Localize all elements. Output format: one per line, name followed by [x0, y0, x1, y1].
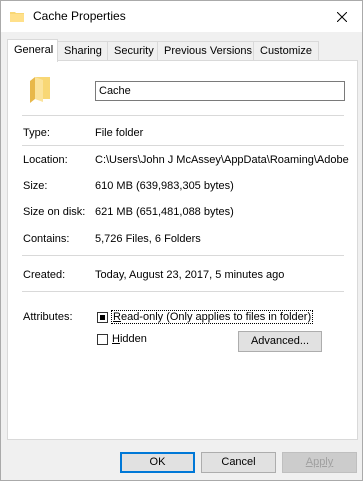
window-title: Cache Properties: [33, 9, 126, 23]
created-label: Created:: [23, 269, 66, 281]
folder-name-input[interactable]: Cache: [95, 81, 345, 101]
properties-dialog: Cache Properties Sharing Security Previo…: [0, 0, 363, 481]
close-icon: [337, 11, 347, 22]
tab-general[interactable]: General: [7, 39, 58, 62]
separator: [22, 255, 344, 256]
tab-customize[interactable]: Customize: [253, 41, 319, 61]
folder-icon: [30, 77, 50, 103]
location-value: C:\Users\John J McAssey\AppData\Roaming\…: [95, 154, 349, 166]
separator: [22, 145, 344, 146]
size-value: 610 MB (639,983,305 bytes): [95, 180, 234, 192]
close-button[interactable]: [322, 1, 362, 32]
contains-value: 5,726 Files, 6 Folders: [95, 233, 201, 245]
indeterminate-mark: [100, 315, 105, 320]
folder-icon: [10, 12, 24, 22]
contains-label: Contains:: [23, 233, 70, 245]
advanced-button[interactable]: Advanced...: [238, 331, 322, 352]
hidden-checkbox[interactable]: [97, 334, 108, 345]
size-on-disk-value: 621 MB (651,481,088 bytes): [95, 206, 234, 218]
type-value: File folder: [95, 127, 144, 139]
cancel-button[interactable]: Cancel: [201, 452, 276, 473]
separator: [22, 291, 344, 292]
size-label: Size:: [23, 180, 48, 192]
general-panel: Cache Type: File folder Location: C:\Use…: [7, 60, 358, 440]
title-bar[interactable]: Cache Properties: [1, 1, 362, 32]
size-on-disk-label: Size on disk:: [23, 206, 86, 218]
tab-previous-versions[interactable]: Previous Versions: [157, 41, 260, 61]
tab-sharing[interactable]: Sharing: [57, 41, 109, 61]
type-label: Type:: [23, 127, 50, 139]
hidden-label[interactable]: Hidden: [112, 333, 147, 345]
ok-button[interactable]: OK: [120, 452, 195, 473]
location-label: Location:: [23, 154, 68, 166]
separator: [22, 115, 344, 116]
tab-security[interactable]: Security: [107, 41, 161, 61]
created-value: Today, August 23, 2017, 5 minutes ago: [95, 269, 285, 281]
readonly-checkbox[interactable]: [97, 312, 108, 323]
readonly-label[interactable]: Read-only (Only applies to files in fold…: [111, 310, 314, 324]
apply-button[interactable]: Apply: [282, 452, 357, 473]
attributes-label: Attributes:: [23, 311, 73, 323]
